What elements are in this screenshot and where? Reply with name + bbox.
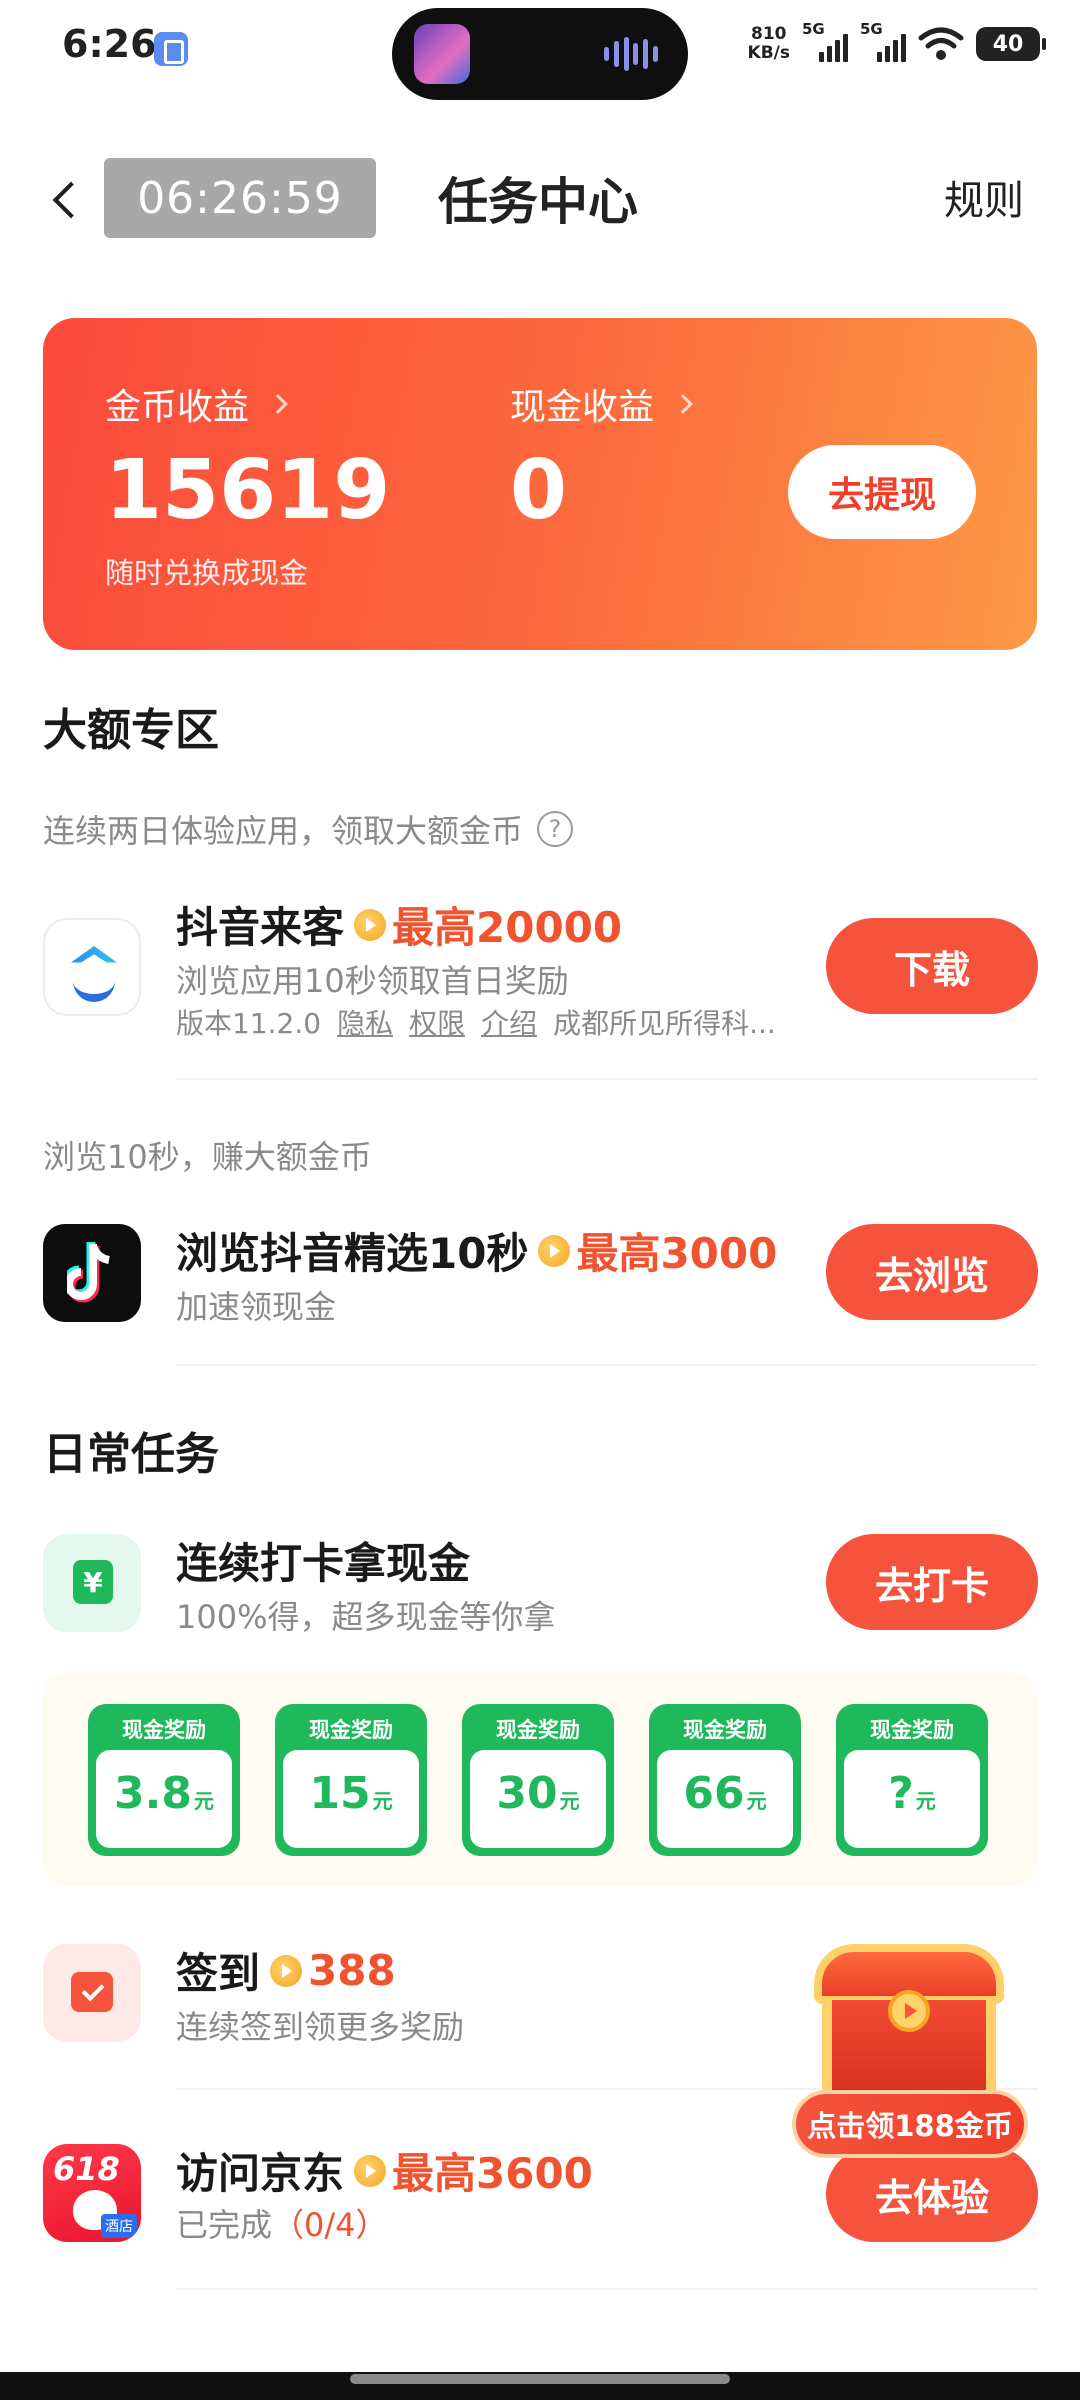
battery-icon: 40 xyxy=(976,27,1046,61)
daily-tasks-title: 日常任务 xyxy=(43,1429,219,1480)
music-note-icon xyxy=(67,1242,110,1303)
dynamic-island[interactable] xyxy=(392,8,688,100)
cash-earnings-value: 0 xyxy=(510,443,568,538)
chevron-right-icon xyxy=(673,394,693,414)
back-button[interactable] xyxy=(40,168,92,232)
coin-icon xyxy=(538,1234,571,1267)
audio-wave-icon xyxy=(604,36,658,72)
home-indicator[interactable] xyxy=(350,2374,730,2384)
task-reward: 最高3600 xyxy=(392,2149,593,2198)
media-thumbnail-icon xyxy=(414,24,470,84)
checkin-button[interactable]: 去打卡 xyxy=(826,1534,1038,1630)
status-indicators: 810 KB/s 5G 5G 40 xyxy=(747,20,1046,68)
divider xyxy=(176,2288,1038,2290)
timer-display: 06:26:59 xyxy=(104,158,376,238)
douyin-app-icon xyxy=(43,1224,141,1322)
coin-icon xyxy=(354,908,387,941)
developer-name: 成都所见所得科... xyxy=(553,1007,776,1040)
task-reward: 388 xyxy=(308,1946,396,1995)
treasure-chest-icon[interactable] xyxy=(804,1944,1014,2092)
task-description: 100%得，超多现金等你拿 xyxy=(176,1598,556,1636)
intro-link[interactable]: 介绍 xyxy=(481,1002,537,1042)
experience-button[interactable]: 去体验 xyxy=(826,2146,1038,2242)
task-title: 访问京东 xyxy=(176,2149,345,2198)
coin-icon xyxy=(354,2154,387,2187)
notification-app-icon xyxy=(154,32,188,66)
cash-rewards-panel: 现金奖励 3.8 元 现金奖励 15 元 现金奖励 30 元 现金奖励 66 元… xyxy=(43,1672,1037,1886)
big-zone-title: 大额专区 xyxy=(43,705,219,756)
big-zone-subtitle: 连续两日体验应用，领取大额金币 ? xyxy=(43,806,574,852)
permissions-link[interactable]: 权限 xyxy=(409,1002,465,1042)
task-description: 连续签到领更多奖励 xyxy=(176,2008,465,2046)
help-icon[interactable]: ? xyxy=(537,811,574,847)
cash-reward-card[interactable]: 现金奖励 30 元 xyxy=(462,1704,614,1856)
task-reward: 最高20000 xyxy=(392,903,623,952)
status-time: 6:26 xyxy=(62,22,157,66)
app-version: 版本11.2.0 xyxy=(176,1007,322,1040)
chevron-right-icon xyxy=(268,394,288,414)
browse-button[interactable]: 去浏览 xyxy=(826,1224,1038,1320)
divider xyxy=(176,1364,1038,1366)
task-title: 连续打卡拿现金 xyxy=(176,1539,471,1588)
network-speed: 810 KB/s xyxy=(747,24,790,63)
coin-icon xyxy=(888,1990,930,2032)
browse-subtitle: 浏览10秒，赚大额金币 xyxy=(43,1138,372,1176)
coin-earnings-link[interactable]: 金币收益 xyxy=(105,378,288,430)
cash-reward-card[interactable]: 现金奖励 ? 元 xyxy=(836,1704,988,1856)
privacy-link[interactable]: 隐私 xyxy=(337,1002,393,1042)
task-title: 签到 xyxy=(176,1949,261,1998)
cash-icon xyxy=(43,1534,141,1632)
douyin-laike-app-icon xyxy=(43,918,141,1016)
task-reward: 最高3000 xyxy=(576,1229,778,1278)
task-title: 抖音来客 xyxy=(176,903,345,952)
earnings-card: 金币收益 15619 随时兑换成现金 现金收益 0 去提现 xyxy=(43,318,1037,650)
claim-coins-banner[interactable]: 点击领188金币 xyxy=(792,2090,1028,2158)
task-progress: （0/4） xyxy=(272,2206,388,2244)
task-description: 浏览应用10秒领取首日奖励 xyxy=(176,962,569,1000)
calendar-check-icon xyxy=(43,1944,141,2042)
cash-reward-card[interactable]: 现金奖励 15 元 xyxy=(275,1704,427,1856)
rules-link[interactable]: 规则 xyxy=(944,168,1024,226)
cash-reward-card[interactable]: 现金奖励 66 元 xyxy=(649,1704,801,1856)
jd-app-icon: 618 酒店 xyxy=(43,2144,141,2242)
coin-earnings-value: 15619 xyxy=(105,443,391,538)
page-header: 06:26:59 任务中心 规则 xyxy=(0,150,1080,250)
wifi-icon xyxy=(918,27,964,60)
task-status: 已完成（0/4） xyxy=(176,2206,388,2244)
task-description: 加速领现金 xyxy=(176,1288,337,1326)
cash-reward-card[interactable]: 现金奖励 3.8 元 xyxy=(88,1704,240,1856)
signal-icon: 5G xyxy=(802,20,848,64)
task-title: 浏览抖音精选10秒 xyxy=(176,1229,529,1278)
status-bar: 6:26 810 KB/s 5G 5G 40 xyxy=(0,0,1080,100)
divider xyxy=(176,1078,1038,1080)
coin-earnings-hint: 随时兑换成现金 xyxy=(105,556,309,590)
cash-earnings-link[interactable]: 现金收益 xyxy=(510,378,693,430)
withdraw-button[interactable]: 去提现 xyxy=(788,445,976,539)
app-meta: 版本11.2.0 隐私 权限 介绍 成都所见所得科... xyxy=(176,1002,776,1042)
coin-icon xyxy=(270,1954,303,1987)
page-title: 任务中心 xyxy=(438,173,638,231)
download-button[interactable]: 下载 xyxy=(826,918,1038,1014)
signal-icon: 5G xyxy=(860,20,906,64)
